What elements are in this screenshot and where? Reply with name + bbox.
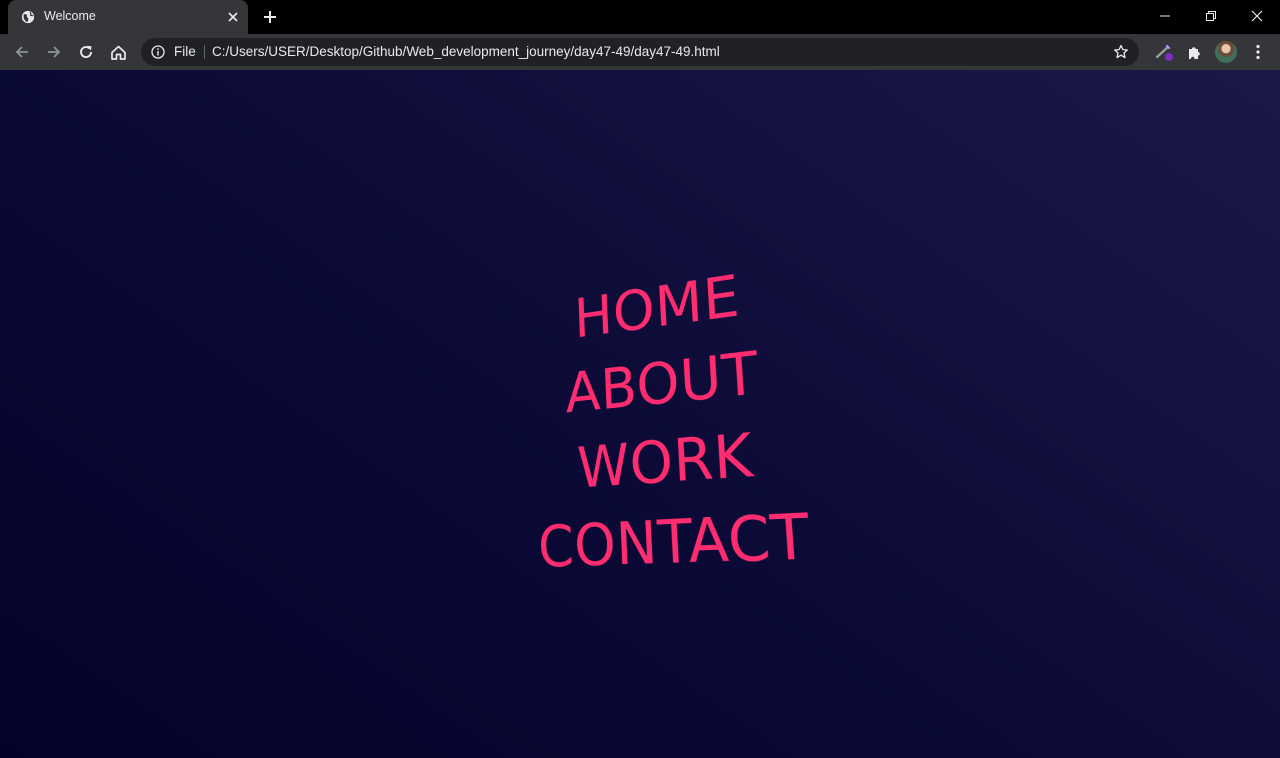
navigation-menu: HOME ABOUT WORK CONTACT bbox=[467, 235, 908, 601]
extensions-button[interactable] bbox=[1181, 39, 1207, 65]
minimize-icon bbox=[1160, 15, 1170, 17]
pen-extension-button[interactable] bbox=[1151, 39, 1177, 65]
back-button[interactable] bbox=[9, 39, 35, 65]
new-tab-button[interactable] bbox=[258, 7, 282, 27]
arrow-left-icon bbox=[15, 46, 28, 58]
pen-extension-icon bbox=[1155, 44, 1173, 61]
url-text[interactable]: C:/Users/USER/Desktop/Github/Web_develop… bbox=[212, 44, 720, 59]
omnibox-divider bbox=[204, 45, 205, 59]
home-icon bbox=[110, 45, 126, 60]
browser-title-bar: Welcome bbox=[0, 0, 1280, 34]
restore-icon bbox=[1206, 11, 1216, 21]
globe-icon bbox=[21, 10, 35, 24]
puzzle-icon bbox=[1188, 46, 1200, 59]
browser-menu-button[interactable] bbox=[1245, 39, 1271, 65]
browser-toolbar: File C:/Users/USER/Desktop/Github/Web_de… bbox=[0, 34, 1280, 70]
star-icon[interactable] bbox=[1113, 44, 1129, 60]
page-viewport: HOME ABOUT WORK CONTACT bbox=[0, 70, 1280, 758]
reload-icon bbox=[80, 45, 92, 58]
tab-title: Welcome bbox=[44, 9, 96, 23]
arrow-right-icon bbox=[48, 46, 61, 58]
active-tab[interactable]: Welcome bbox=[8, 0, 248, 34]
nav-link-work[interactable]: WORK bbox=[576, 415, 756, 507]
close-icon bbox=[1251, 10, 1263, 22]
home-button[interactable] bbox=[105, 39, 131, 65]
kebab-menu-icon bbox=[1256, 44, 1260, 60]
forward-button[interactable] bbox=[41, 39, 67, 65]
restore-button[interactable] bbox=[1196, 4, 1226, 28]
scheme-label: File bbox=[174, 44, 196, 59]
info-icon[interactable] bbox=[151, 45, 165, 59]
close-window-button[interactable] bbox=[1242, 4, 1272, 28]
nav-link-contact[interactable]: CONTACT bbox=[537, 494, 813, 586]
minimize-button[interactable] bbox=[1150, 4, 1180, 28]
profile-avatar[interactable] bbox=[1215, 41, 1237, 63]
plus-icon bbox=[264, 11, 276, 23]
close-icon[interactable] bbox=[226, 10, 240, 24]
reload-button[interactable] bbox=[73, 39, 99, 65]
address-bar[interactable]: File C:/Users/USER/Desktop/Github/Web_de… bbox=[141, 38, 1139, 66]
